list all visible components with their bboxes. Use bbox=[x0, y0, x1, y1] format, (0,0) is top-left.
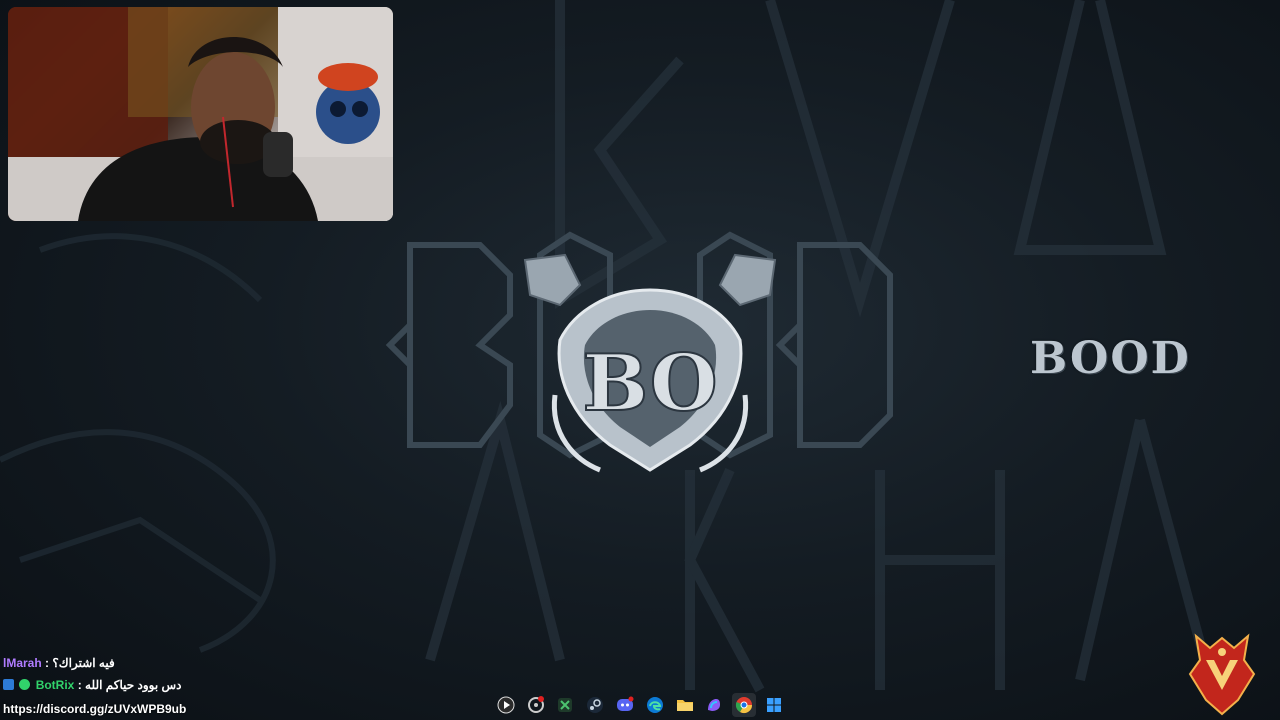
media-player-icon[interactable] bbox=[494, 693, 518, 717]
verified-bot-badge-icon bbox=[19, 679, 31, 690]
streamer-figure bbox=[8, 7, 393, 221]
moderator-badge-icon bbox=[3, 679, 14, 690]
xbox-icon[interactable] bbox=[554, 693, 578, 717]
webcam-overlay bbox=[8, 7, 393, 221]
discord-invite-link[interactable]: https://discord.gg/zUVxWPB9ub bbox=[3, 702, 186, 716]
file-explorer-icon[interactable] bbox=[673, 693, 697, 717]
chat-separator: : bbox=[45, 656, 50, 670]
chat-text: فيه اشتراك؟ bbox=[52, 656, 115, 670]
chat-username: BotRix bbox=[35, 678, 75, 692]
windows-start-icon[interactable] bbox=[762, 693, 786, 717]
bood-emblem-logo: BO bbox=[385, 231, 893, 473]
stream-chat-overlay: lMarah : فيه اشتراك؟ BotRix : دس بوود حي… bbox=[3, 656, 323, 700]
chrome-icon[interactable] bbox=[732, 693, 757, 717]
chat-message: lMarah : فيه اشتراك؟ bbox=[3, 656, 323, 678]
copilot-icon[interactable] bbox=[703, 693, 727, 717]
windows-taskbar bbox=[494, 692, 786, 718]
chat-username: lMarah bbox=[3, 656, 42, 670]
chat-message: BotRix : دس بوود حياكم الله bbox=[3, 678, 323, 700]
corner-fire-emblem-logo bbox=[1188, 633, 1256, 716]
steelseries-icon[interactable] bbox=[524, 693, 548, 717]
svg-text:BO: BO bbox=[582, 338, 717, 429]
chat-text: دس بوود حياكم الله bbox=[85, 678, 182, 692]
discord-icon[interactable] bbox=[613, 693, 637, 717]
edge-icon[interactable] bbox=[643, 693, 667, 717]
bood-brand-title: BOOD bbox=[1030, 333, 1191, 384]
steam-icon[interactable] bbox=[583, 693, 607, 717]
chat-separator: : bbox=[77, 678, 82, 692]
